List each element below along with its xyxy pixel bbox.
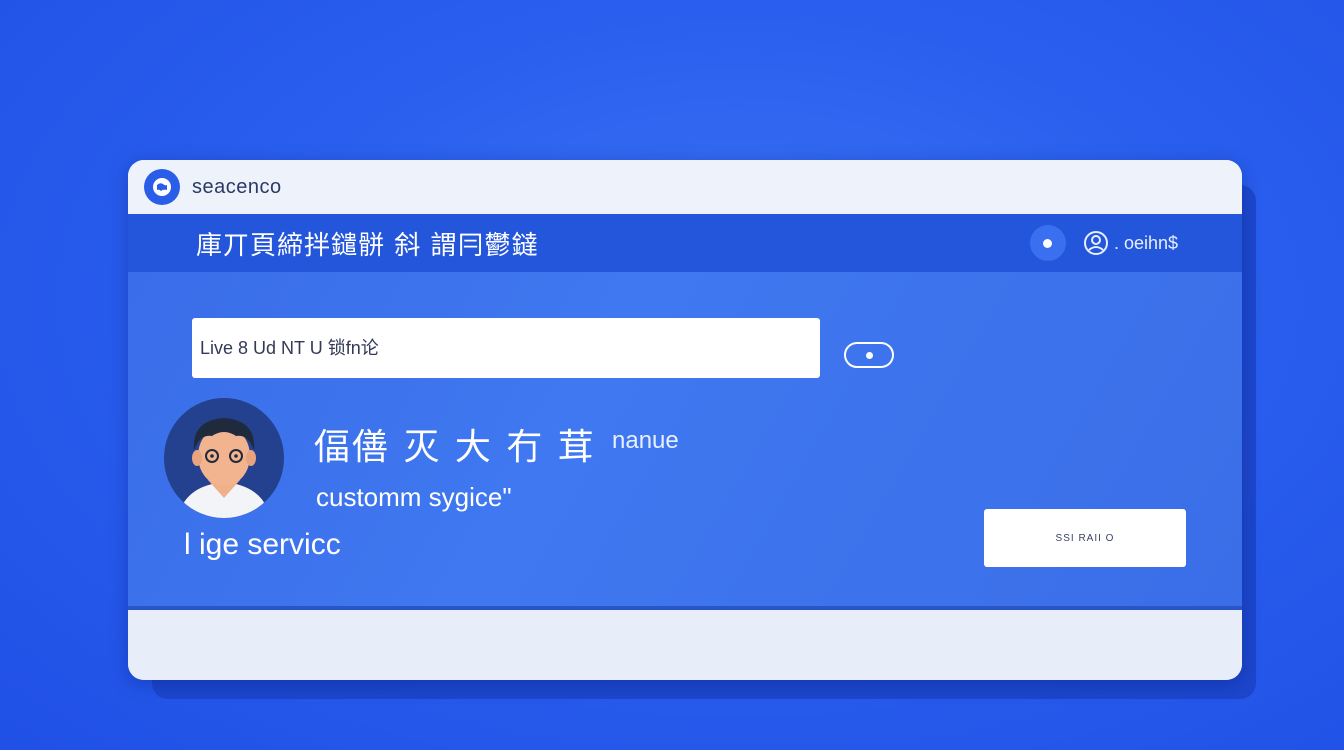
primary-action-button[interactable]: SSI RAII O: [984, 509, 1186, 567]
header-actions: . oeihn$: [1029, 214, 1178, 272]
notification-button[interactable]: [1029, 225, 1066, 261]
titlebar: seacenco: [128, 160, 1242, 214]
footer-bar: [128, 610, 1242, 680]
agent-avatar: [164, 398, 284, 518]
search-input[interactable]: [192, 318, 820, 378]
agent-name-tag: nanue: [612, 427, 679, 454]
service-label: l ige servicc: [184, 528, 341, 561]
toggle-knob-icon: [865, 351, 873, 359]
toggle-button[interactable]: [844, 342, 894, 368]
account-label[interactable]: . oeihn$: [1114, 233, 1178, 254]
globe-logo-icon: [144, 169, 180, 205]
app-name: seacenco: [192, 175, 282, 198]
page-title: 庫丌頁締拌鑓骿 斜 謂冃鬱鐽: [196, 230, 539, 261]
agent-role: customm sygice": [316, 482, 512, 512]
app-window: seacenco 庫丌頁締拌鑓骿 斜 謂冃鬱鐽 . oeihn$ Live 8 …: [128, 160, 1242, 680]
header-bar: 庫丌頁締拌鑓骿 斜 謂冃鬱鐽 . oeihn$: [128, 214, 1242, 272]
user-circle-icon[interactable]: [1082, 229, 1110, 257]
dot-icon: [1043, 238, 1053, 248]
main-panel: 偪僐 灭 大 冇 茸 nanue customm sygice" l ige s…: [128, 272, 1242, 606]
agent-name: 偪僐 灭 大 冇 茸: [314, 427, 596, 468]
